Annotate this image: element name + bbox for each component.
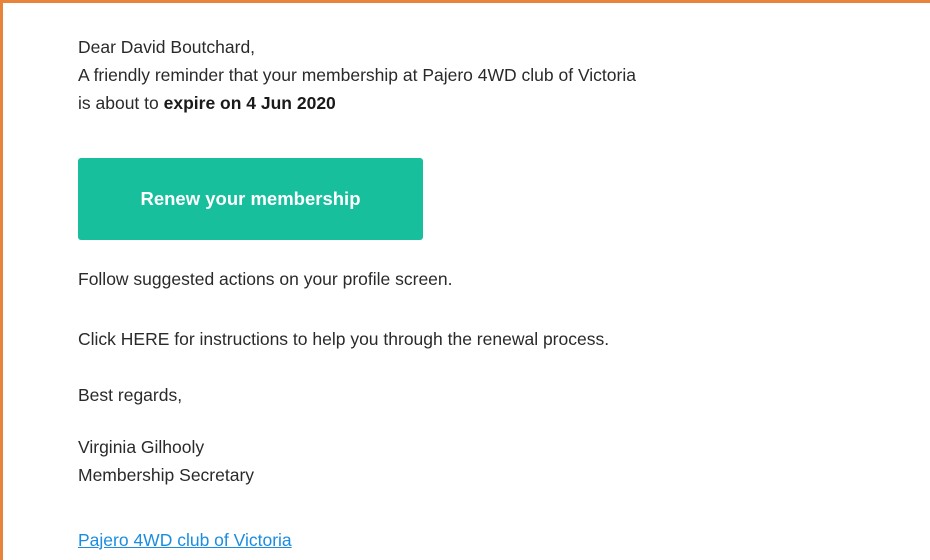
email-frame: Dear David Boutchard, A friendly reminde… — [0, 0, 930, 560]
follow-actions-text: Follow suggested actions on your profile… — [78, 269, 453, 289]
reminder-prefix: is about to — [78, 93, 164, 113]
signature-title: Membership Secretary — [78, 465, 255, 485]
closing-text: Best regards, — [78, 385, 183, 405]
greeting-text: Dear David Boutchard, — [78, 37, 256, 57]
club-website-link[interactable]: Pajero 4WD club of Victoria — [78, 530, 292, 550]
club-link-container: Pajero 4WD club of Victoria — [78, 526, 292, 554]
renew-membership-button[interactable]: Renew your membership — [78, 158, 423, 240]
expiry-date-emphasis: expire on 4 Jun 2020 — [163, 93, 336, 113]
signature-name: Virginia Gilhooly — [78, 437, 205, 457]
reminder-text-line2: is about to expire on 4 Jun 2020 — [78, 89, 898, 117]
email-body: Dear David Boutchard, A friendly reminde… — [78, 33, 898, 550]
signature-block: Virginia Gilhooly Membership Secretary — [78, 433, 254, 489]
reminder-text-line1: A friendly reminder that your membership… — [78, 65, 636, 85]
click-here-instructions-text: Click HERE for instructions to help you … — [78, 329, 610, 349]
